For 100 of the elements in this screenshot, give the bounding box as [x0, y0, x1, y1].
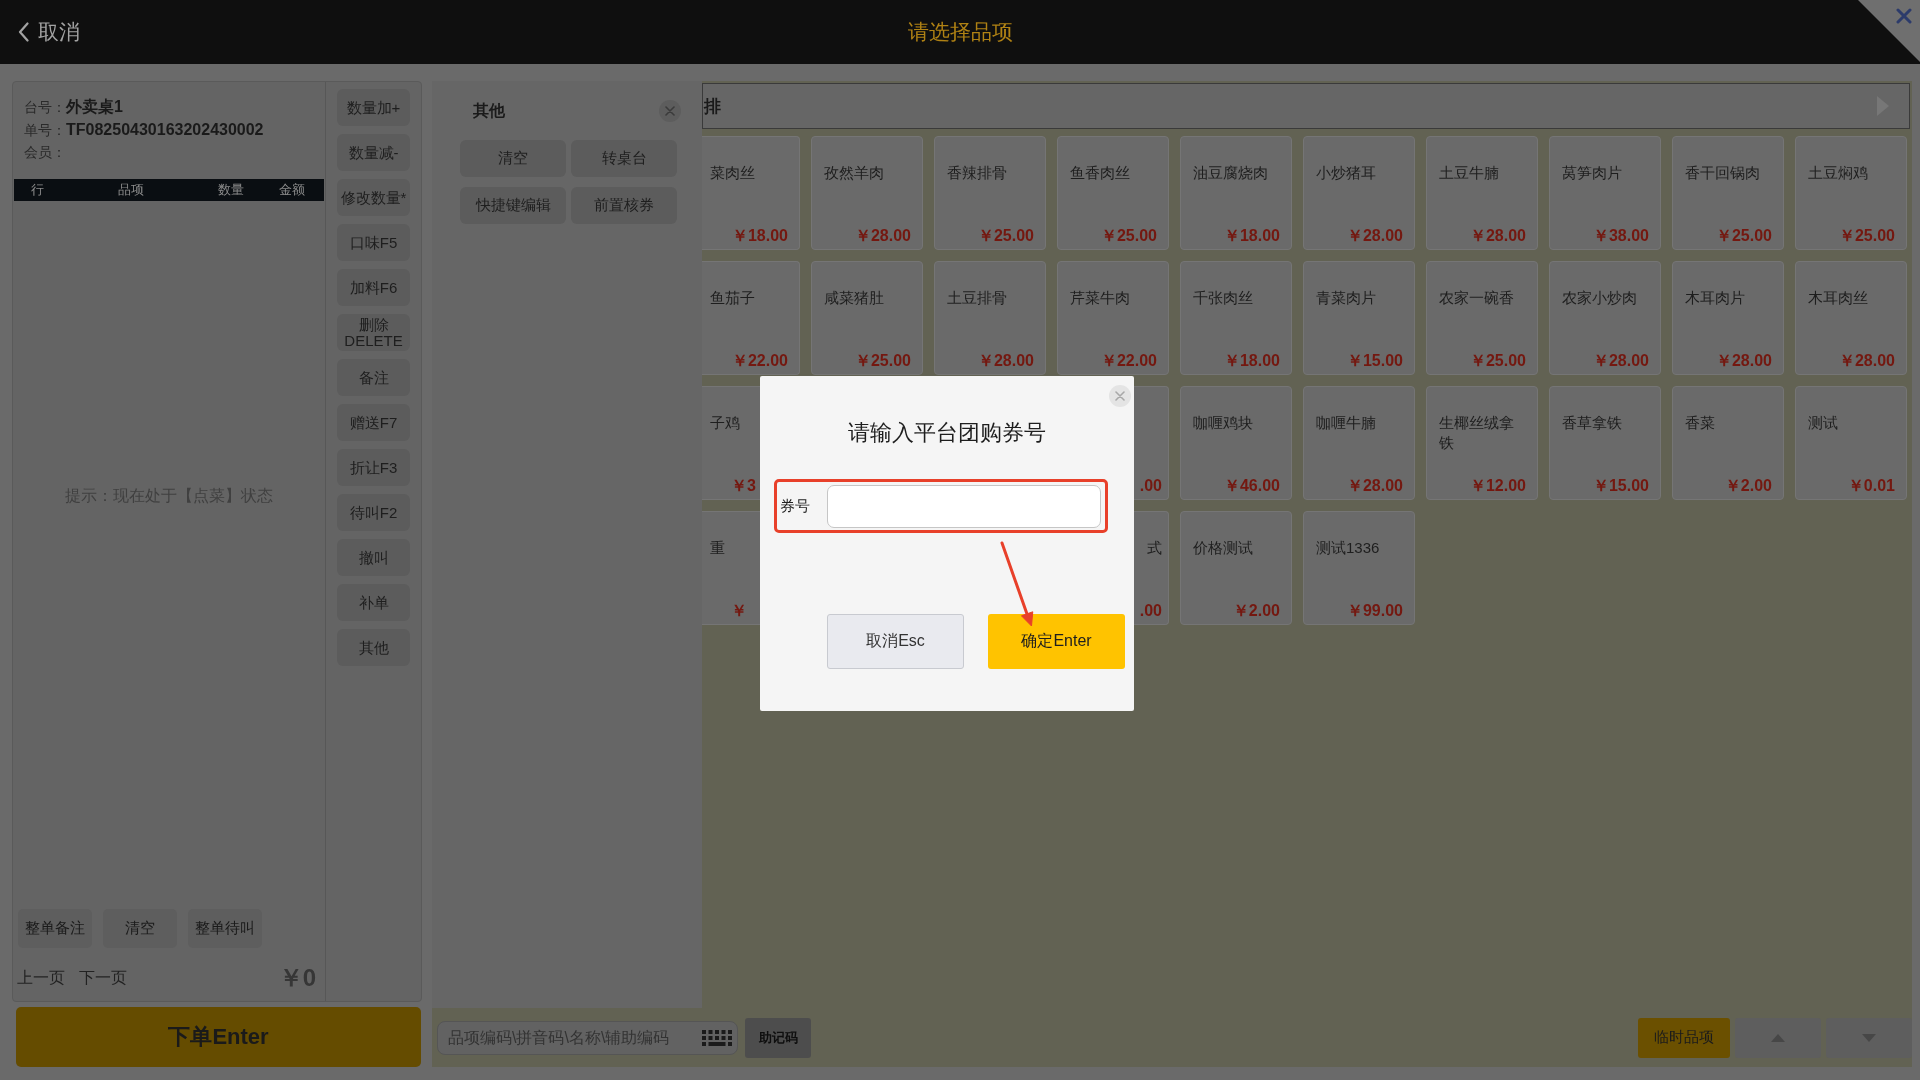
close-button[interactable]: [1109, 385, 1131, 407]
dish-price: ￥28.00: [1715, 351, 1772, 371]
dish-card[interactable]: 鱼香肉丝 ￥25.00: [1057, 136, 1169, 250]
dish-card[interactable]: 重 ￥: [702, 511, 760, 625]
dish-card[interactable]: 式 .00: [1134, 511, 1169, 625]
dish-price: ￥25.00: [854, 351, 911, 371]
dish-card[interactable]: 木耳肉片 ￥28.00: [1672, 261, 1784, 375]
dish-card[interactable]: 测试1336 ￥99.00: [1303, 511, 1415, 625]
dish-name: 生椰丝绒拿铁: [1439, 413, 1515, 453]
dish-card[interactable]: 木耳肉丝 ￥28.00: [1795, 261, 1907, 375]
dish-card[interactable]: 菜肉丝 ￥18.00: [702, 136, 800, 250]
dish-name: 土豆排骨: [947, 288, 1007, 308]
order-action-button[interactable]: 整单待叫: [188, 909, 262, 948]
scroll-down-button[interactable]: [1826, 1017, 1912, 1058]
action-button[interactable]: 修改数量*: [337, 179, 410, 216]
dish-name: 莴笋肉片: [1562, 163, 1622, 183]
action-button[interactable]: 其他: [337, 629, 410, 666]
dish-card[interactable]: 莴笋肉片 ￥38.00: [1549, 136, 1661, 250]
column-header: 数量: [218, 181, 244, 199]
panel-button[interactable]: 清空: [460, 140, 566, 177]
action-button[interactable]: 折让F3: [337, 449, 410, 486]
action-button[interactable]: 撤叫: [337, 539, 410, 576]
submit-order-button[interactable]: 下单Enter: [16, 1007, 421, 1067]
dish-card[interactable]: 香草拿铁 ￥15.00: [1549, 386, 1661, 500]
dish-card[interactable]: 孜然羊肉 ￥28.00: [811, 136, 923, 250]
dish-card[interactable]: 青菜肉片 ￥15.00: [1303, 261, 1415, 375]
scroll-up-button[interactable]: [1735, 1017, 1821, 1058]
dish-price: ￥25.00: [977, 226, 1034, 246]
action-button[interactable]: 数量加+: [337, 89, 410, 126]
order-action-button[interactable]: 整单备注: [18, 909, 92, 948]
dish-card[interactable]: 农家一碗香 ￥25.00: [1426, 261, 1538, 375]
dish-card[interactable]: 子鸡 ￥3: [702, 386, 760, 500]
dish-price: ￥: [731, 601, 747, 621]
close-button[interactable]: [1858, 0, 1920, 62]
dish-card[interactable]: 芹菜牛肉 ￥22.00: [1057, 261, 1169, 375]
close-icon: [1896, 8, 1912, 24]
category-tab[interactable]: 排: [704, 94, 721, 118]
dish-name: 千张肉丝: [1193, 288, 1253, 308]
dish-price: ￥38.00: [1592, 226, 1649, 246]
dish-card[interactable]: 价格测试 ￥2.00: [1180, 511, 1292, 625]
table-number: 外卖桌1: [66, 97, 123, 117]
dish-card[interactable]: 鱼茄子 ￥22.00: [702, 261, 800, 375]
dish-card[interactable]: 土豆排骨 ￥28.00: [934, 261, 1046, 375]
panel-button[interactable]: 转桌台: [571, 140, 677, 177]
dish-name: 咸菜猪肚: [824, 288, 884, 308]
dish-card[interactable]: 农家小炒肉 ￥28.00: [1549, 261, 1661, 375]
dish-card[interactable]: 测试 ￥0.01: [1795, 386, 1907, 500]
dish-card[interactable]: 香辣排骨 ￥25.00: [934, 136, 1046, 250]
action-button[interactable]: 待叫F2: [337, 494, 410, 531]
dish-price: ￥28.00: [1469, 226, 1526, 246]
dish-name: 子鸡: [710, 413, 740, 433]
action-button[interactable]: 数量减-: [337, 134, 410, 171]
dish-card[interactable]: 土豆焖鸡 ￥25.00: [1795, 136, 1907, 250]
confirm-button[interactable]: 确定Enter: [988, 614, 1125, 669]
dish-card[interactable]: 香干回锅肉 ￥25.00: [1672, 136, 1784, 250]
dish-price: ￥25.00: [1100, 226, 1157, 246]
cancel-button[interactable]: 取消: [14, 16, 84, 48]
dish-name: 孜然羊肉: [824, 163, 884, 183]
dish-name: 木耳肉片: [1685, 288, 1745, 308]
dish-price: ￥28.00: [1592, 351, 1649, 371]
table-label: 台号：: [24, 98, 66, 117]
dish-card[interactable]: 咖喱鸡块 ￥46.00: [1180, 386, 1292, 500]
mnemonic-button[interactable]: 助记码: [745, 1017, 811, 1058]
action-button[interactable]: 赠送F7: [337, 404, 410, 441]
dish-price: ￥25.00: [1469, 351, 1526, 371]
temp-item-button[interactable]: 临时品项: [1638, 1017, 1730, 1058]
panel-title: 其他: [473, 100, 505, 121]
order-action-button[interactable]: 清空: [103, 909, 177, 948]
dish-name: 香辣排骨: [947, 163, 1007, 183]
dish-price: ￥28.00: [1346, 226, 1403, 246]
dish-card[interactable]: 油豆腐烧肉 ￥18.00: [1180, 136, 1292, 250]
column-header: 金额: [279, 181, 305, 199]
dish-name: 小炒猪耳: [1316, 163, 1376, 183]
chevron-left-icon: [18, 22, 29, 42]
panel-button[interactable]: 快捷键编辑: [460, 187, 566, 224]
action-button[interactable]: 加料F6: [337, 269, 410, 306]
dish-card[interactable]: 香菜 ￥2.00: [1672, 386, 1784, 500]
dish-card[interactable]: 土豆牛腩 ￥28.00: [1426, 136, 1538, 250]
action-button[interactable]: 补单: [337, 584, 410, 621]
dish-card[interactable]: 咖喱牛腩 ￥28.00: [1303, 386, 1415, 500]
coupon-input[interactable]: [827, 484, 1101, 528]
dish-card[interactable]: 千张肉丝 ￥18.00: [1180, 261, 1292, 375]
dish-name: 农家小炒肉: [1562, 288, 1637, 308]
dish-price: ￥18.00: [1223, 351, 1280, 371]
column-header: 品项: [118, 181, 144, 199]
dish-name: 油豆腐烧肉: [1193, 163, 1268, 183]
cancel-button[interactable]: 取消Esc: [827, 614, 964, 669]
field-label: 券号: [780, 496, 810, 516]
close-button[interactable]: [659, 100, 681, 122]
dish-price: .00: [1139, 476, 1162, 496]
dish-name: 测试: [1808, 413, 1838, 433]
dish-card[interactable]: 小炒猪耳 ￥28.00: [1303, 136, 1415, 250]
dish-card[interactable]: 生椰丝绒拿铁 ￥12.00: [1426, 386, 1538, 500]
dish-card[interactable]: 咸菜猪肚 ￥25.00: [811, 261, 923, 375]
dish-card[interactable]: .00: [1134, 386, 1169, 500]
dish-name: 芹菜牛肉: [1070, 288, 1130, 308]
action-button[interactable]: 删除 DELETE: [337, 314, 410, 351]
action-button[interactable]: 备注: [337, 359, 410, 396]
dish-price: ￥12.00: [1469, 476, 1526, 496]
keyboard-icon[interactable]: [702, 1029, 732, 1046]
